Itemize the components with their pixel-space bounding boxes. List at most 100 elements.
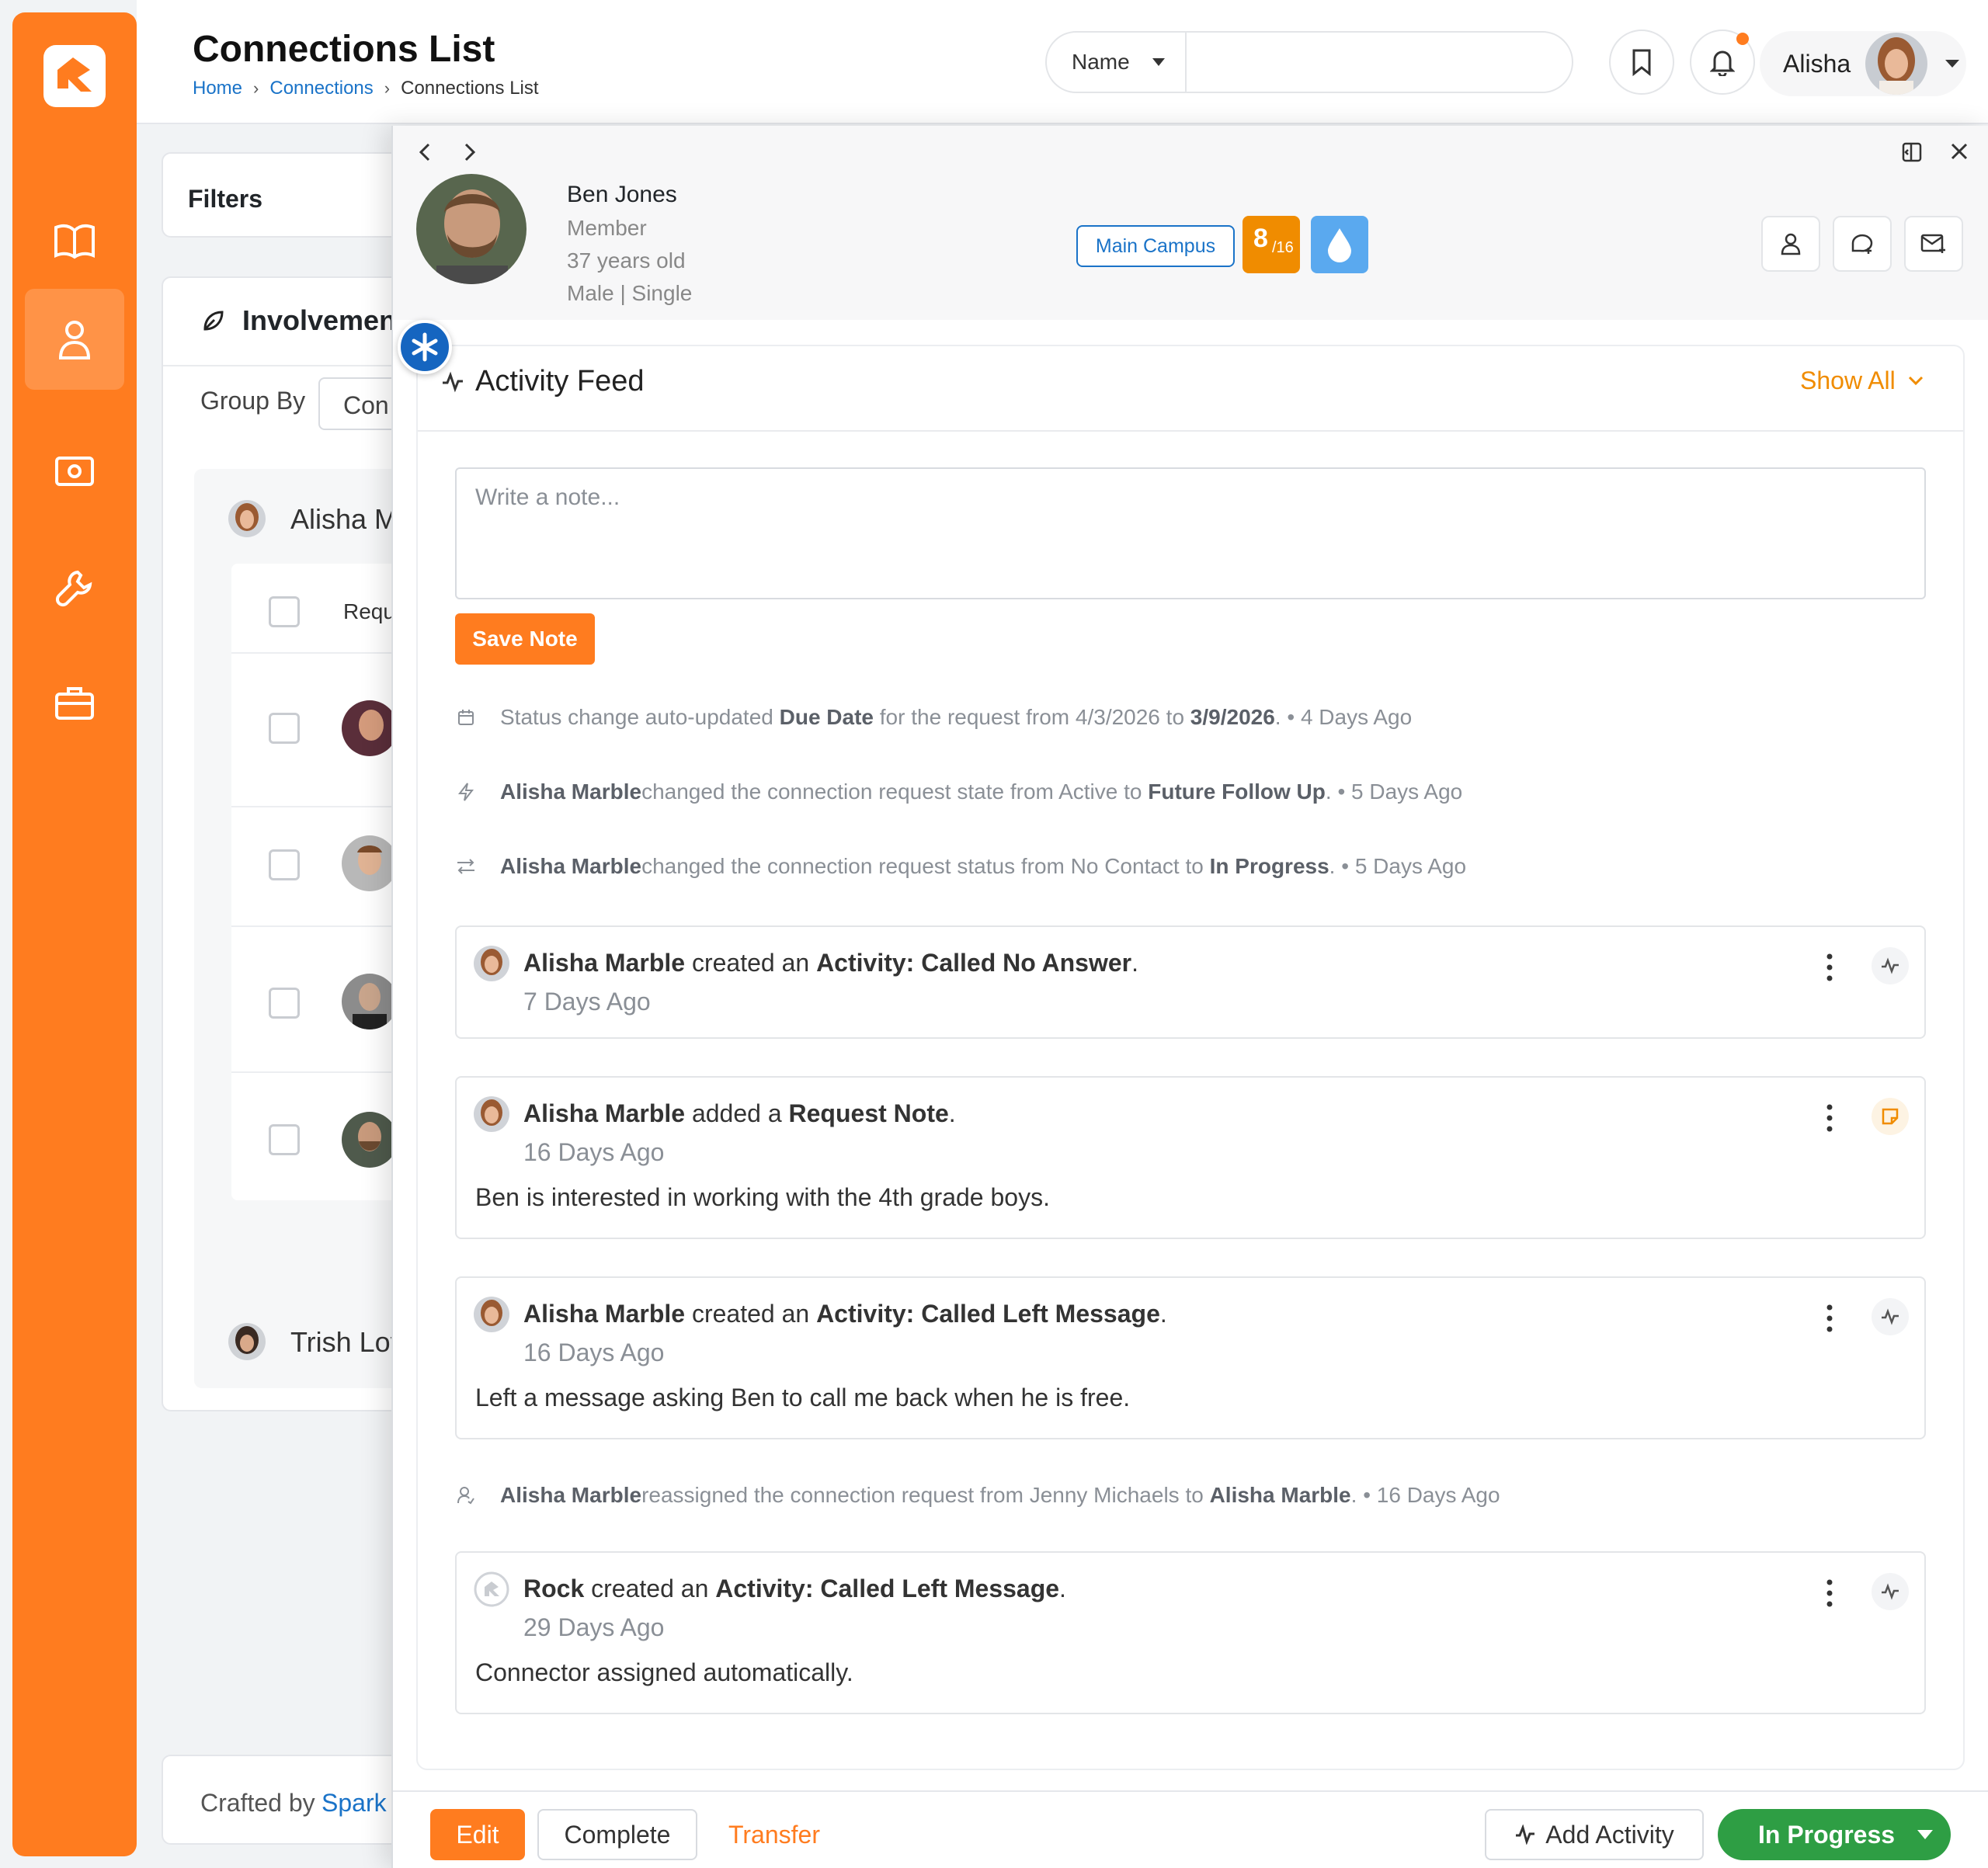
caret-down-icon bbox=[1152, 58, 1165, 66]
filters-card[interactable]: Filters bbox=[162, 152, 426, 238]
feed-activity-card: Alisha Marble created an Activity: Calle… bbox=[455, 925, 1926, 1039]
activity-feed-title: Activity Feed bbox=[441, 365, 645, 398]
add-activity-label: Add Activity bbox=[1545, 1820, 1674, 1849]
view-profile-button[interactable] bbox=[1761, 216, 1820, 272]
entry-actor[interactable]: Alisha Marble bbox=[500, 779, 641, 804]
bookmark-button[interactable] bbox=[1609, 30, 1674, 95]
notifications-button[interactable] bbox=[1690, 30, 1755, 95]
expand-panel-icon[interactable] bbox=[1901, 141, 1923, 163]
swap-arrows-icon bbox=[455, 856, 477, 877]
nav-wrench-icon[interactable] bbox=[25, 537, 124, 638]
add-activity-button[interactable]: Add Activity bbox=[1485, 1809, 1704, 1860]
nav-money-icon[interactable] bbox=[25, 421, 124, 522]
user-avatar bbox=[1865, 33, 1927, 95]
nav-book-icon[interactable] bbox=[25, 191, 124, 292]
caret-down-icon bbox=[1917, 1830, 1933, 1839]
row-checkbox[interactable] bbox=[269, 713, 300, 744]
row-checkbox[interactable] bbox=[269, 1124, 300, 1155]
actor-avatar bbox=[474, 1096, 509, 1132]
actor-avatar bbox=[474, 1297, 509, 1332]
activity-actor[interactable]: Alisha Marble bbox=[523, 949, 685, 977]
breadcrumb-home[interactable]: Home bbox=[193, 78, 242, 99]
save-note-button[interactable]: Save Note bbox=[455, 613, 595, 665]
person-photo[interactable] bbox=[416, 174, 527, 284]
activity-verb: created an bbox=[685, 1300, 817, 1328]
chevron-right-icon: › bbox=[253, 78, 259, 98]
activity-object: Activity: Called No Answer bbox=[816, 949, 1132, 977]
activity-pulse-icon bbox=[1872, 1298, 1909, 1335]
sms-button[interactable] bbox=[1833, 216, 1892, 272]
nav-person-icon[interactable] bbox=[25, 289, 124, 390]
status-dropdown-button[interactable]: In Progress bbox=[1718, 1809, 1951, 1860]
activity-pulse-icon bbox=[1872, 1573, 1909, 1610]
chevron-right-icon: › bbox=[384, 78, 391, 98]
chevron-left-icon[interactable] bbox=[416, 141, 435, 163]
entry-time: . • 5 Days Ago bbox=[1329, 854, 1467, 878]
activity-actor[interactable]: Alisha Marble bbox=[523, 1099, 685, 1127]
user-name: Alisha bbox=[1783, 50, 1851, 78]
transfer-button[interactable]: Transfer bbox=[714, 1809, 834, 1860]
email-button[interactable] bbox=[1904, 216, 1963, 272]
more-options-icon[interactable] bbox=[1822, 1576, 1837, 1610]
complete-button[interactable]: Complete bbox=[537, 1809, 697, 1860]
lightning-icon bbox=[455, 781, 477, 803]
note-input[interactable] bbox=[455, 467, 1926, 599]
request-avatar[interactable] bbox=[342, 700, 398, 756]
activity-actor[interactable]: Alisha Marble bbox=[523, 1300, 685, 1328]
rock-avatar bbox=[474, 1571, 509, 1607]
activity-verb: created an bbox=[685, 949, 817, 977]
chevron-right-icon[interactable] bbox=[460, 141, 478, 163]
activity-actor: Rock bbox=[523, 1575, 585, 1602]
notification-dot bbox=[1736, 33, 1749, 45]
activity-feed-title-text: Activity Feed bbox=[475, 365, 645, 398]
request-avatar[interactable] bbox=[342, 835, 398, 891]
request-detail-panel: Ben Jones Member 37 years old Male | Sin… bbox=[391, 126, 1988, 1868]
entry-value[interactable]: Alisha Marble bbox=[1210, 1483, 1351, 1508]
request-avatar[interactable] bbox=[342, 974, 398, 1029]
show-all-dropdown[interactable]: Show All bbox=[1800, 366, 1924, 395]
close-icon[interactable] bbox=[1949, 141, 1969, 161]
connector-avatar bbox=[228, 500, 266, 537]
panel-footer: Edit Complete Transfer Add Activity In P… bbox=[393, 1790, 1988, 1868]
more-options-icon[interactable] bbox=[1822, 950, 1837, 984]
baptism-badge bbox=[1311, 216, 1368, 273]
activity-body: Left a message asking Ben to call me bac… bbox=[475, 1384, 1131, 1411]
divider bbox=[163, 365, 427, 366]
divider bbox=[418, 430, 1963, 432]
entry-actor[interactable]: Alisha Marble bbox=[500, 854, 641, 879]
spark-link[interactable]: Spark bbox=[321, 1789, 387, 1818]
chevron-down-icon bbox=[1908, 376, 1923, 385]
filters-label: Filters bbox=[188, 185, 263, 213]
user-menu[interactable]: Alisha bbox=[1760, 31, 1966, 96]
asterisk-icon[interactable] bbox=[398, 320, 452, 374]
activity-time: 7 Days Ago bbox=[523, 988, 651, 1016]
more-options-icon[interactable] bbox=[1822, 1101, 1837, 1135]
activity-end: . bbox=[1059, 1575, 1066, 1602]
status-label: In Progress bbox=[1758, 1820, 1896, 1849]
breadcrumb-connections[interactable]: Connections bbox=[269, 78, 373, 99]
entry-actor[interactable]: Alisha Marble bbox=[500, 1483, 641, 1508]
search-input[interactable] bbox=[1194, 40, 1559, 84]
row-checkbox[interactable] bbox=[269, 849, 300, 880]
entry-value: In Progress bbox=[1209, 854, 1329, 878]
group-by-value: Con bbox=[343, 391, 389, 419]
campus-badge: Main Campus bbox=[1076, 225, 1235, 267]
row-checkbox[interactable] bbox=[269, 988, 300, 1019]
select-all-checkbox[interactable] bbox=[269, 596, 300, 627]
mail-add-icon bbox=[1920, 234, 1945, 253]
person-role: Member bbox=[567, 216, 647, 240]
edit-button[interactable]: Edit bbox=[430, 1809, 525, 1860]
column-header: Requ bbox=[343, 599, 395, 623]
search-type-select[interactable]: Name bbox=[1047, 33, 1187, 92]
nav-briefcase-icon[interactable] bbox=[25, 652, 124, 753]
search-box: Name bbox=[1045, 31, 1573, 93]
rock-logo-icon[interactable] bbox=[42, 43, 107, 109]
entry-text: for the request from 4/3/2026 to bbox=[879, 705, 1185, 729]
calendar-icon bbox=[455, 707, 477, 728]
request-avatar[interactable] bbox=[342, 1112, 398, 1168]
feed-activity-card: Alisha Marble added a Request Note. 16 D… bbox=[455, 1076, 1926, 1239]
bookmark-icon bbox=[1632, 49, 1651, 76]
activity-end: . bbox=[948, 1099, 956, 1127]
feed-system-entry: Status change auto-updated Due Date for … bbox=[455, 705, 1412, 730]
more-options-icon[interactable] bbox=[1822, 1301, 1837, 1335]
